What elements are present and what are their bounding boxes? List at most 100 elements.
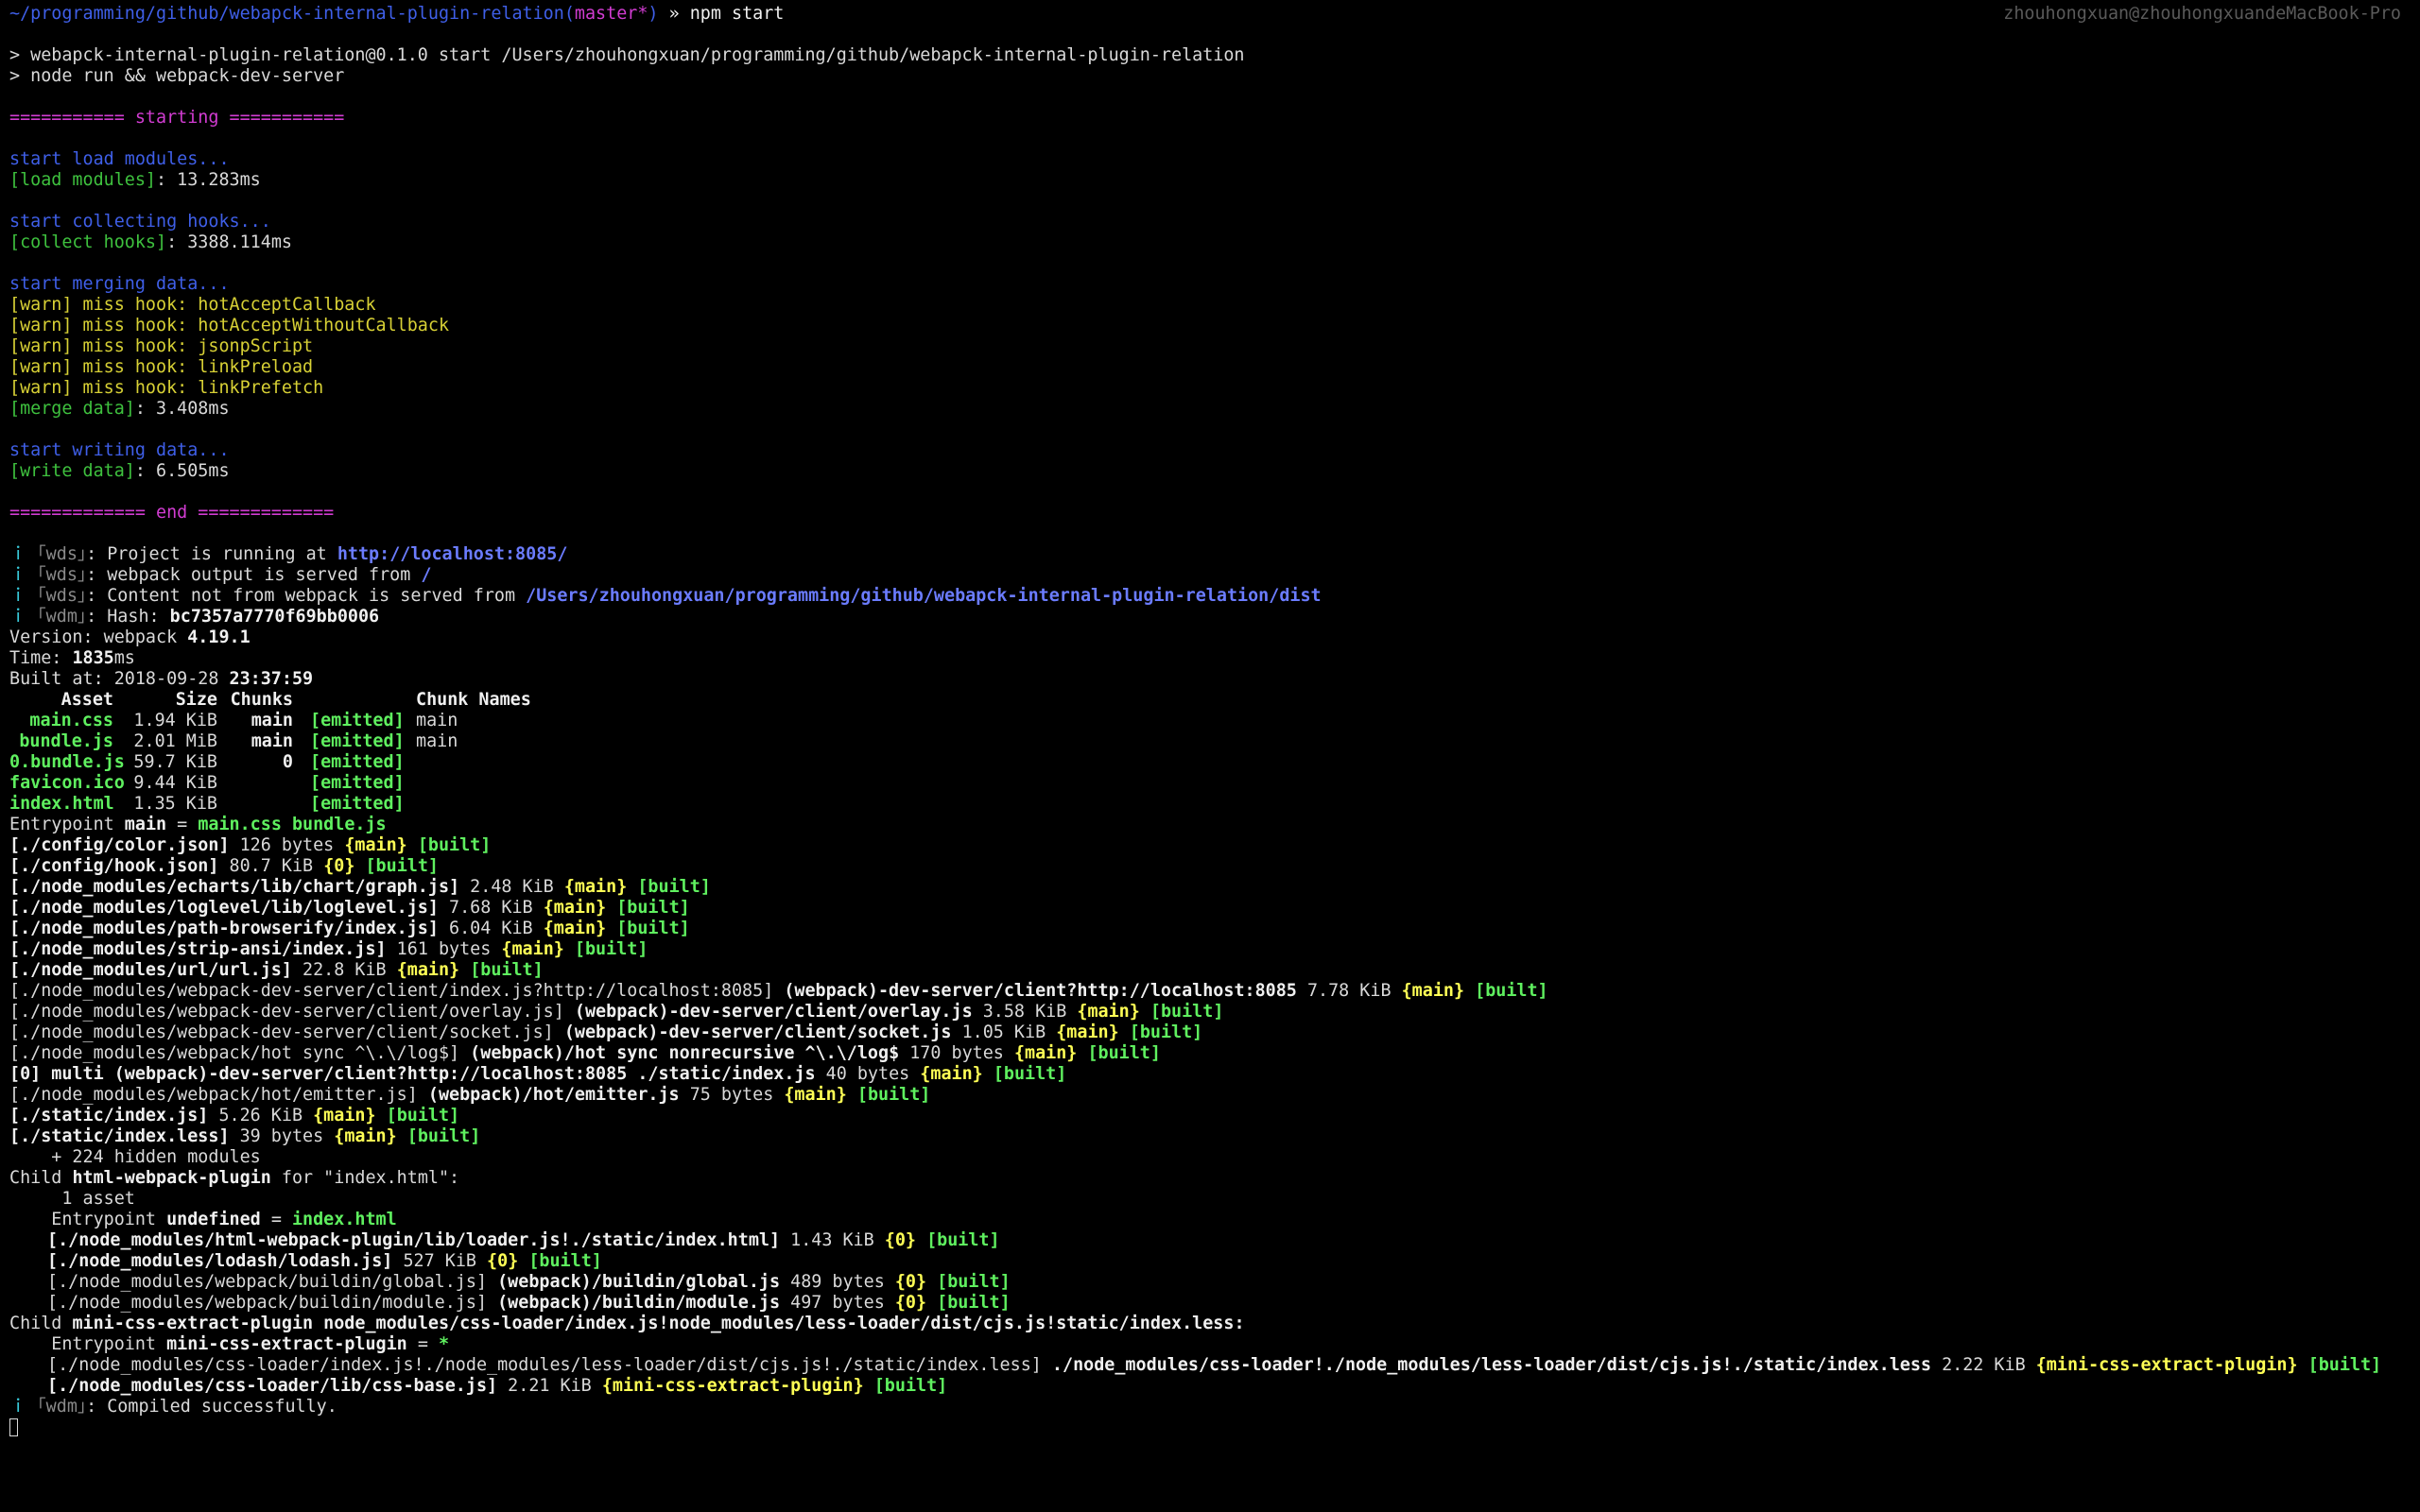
entrypoint-eq: =: [406, 1334, 439, 1354]
module-status: [built]: [916, 1230, 1000, 1250]
module-line: [./node_modules/loglevel/lib/loglevel.js…: [9, 898, 2411, 919]
module-status: [built]: [627, 877, 711, 897]
wds-project-line: ｉ ｢wds｣: Project is running at http://lo…: [9, 544, 2411, 565]
module-chunk: {main}: [1056, 1022, 1119, 1042]
asset-chunks: 0: [282, 752, 293, 772]
module-line: [./node_modules/webpack-dev-server/clien…: [9, 981, 2411, 1002]
compiled-text: : Compiled successfully.: [86, 1397, 337, 1417]
child-prefix: Child: [9, 1314, 73, 1333]
child-rest: for "index.html":: [270, 1168, 460, 1188]
time-unit: ms: [113, 648, 135, 668]
module-chunk: {0}: [884, 1230, 916, 1250]
module-alias: (webpack)/hot sync nonrecursive ^\.\/log…: [459, 1043, 900, 1063]
end-banner: ============= end =============: [9, 503, 335, 523]
entrypoint-name: mini-css-extract-plugin: [166, 1334, 407, 1354]
module-path: [./static/index.js]: [9, 1106, 209, 1125]
entrypoint-label: Entrypoint: [9, 815, 125, 834]
module-size: 80.7 KiB: [218, 856, 324, 876]
entrypoint-label: Entrypoint: [9, 1334, 167, 1354]
built-at-label: Built at: 2018-09-28: [9, 669, 230, 689]
asset-status: [emitted]: [310, 752, 405, 772]
module-status: [built]: [926, 1293, 1011, 1313]
module-size: 1.43 KiB: [780, 1230, 885, 1250]
module-path: [./node_modules/webpack/hot/emitter.js]: [9, 1085, 418, 1105]
warn-line: [warn] miss hook: jsonpScript: [9, 336, 314, 356]
asset-name: main.css: [29, 711, 113, 730]
module-chunk: {mini-css-extract-plugin}: [2035, 1355, 2298, 1375]
entrypoint-eq: =: [260, 1210, 292, 1229]
asset-row: 0.bundle.js 59.7 KiB 0 [emitted]: [9, 752, 2411, 773]
prompt-branch: master*: [574, 4, 648, 24]
write-data-result: [write data]: 6.505ms: [9, 461, 2411, 482]
module-line: [./static/index.less] 39 bytes {main} [b…: [9, 1126, 2411, 1147]
module-size: 527 KiB: [392, 1251, 488, 1271]
assets-table-header: Asset Size Chunks Chunk Names: [9, 690, 2411, 711]
module-size: 2.48 KiB: [459, 877, 564, 897]
module-size: 497 bytes: [780, 1293, 895, 1313]
module-line: [./node_modules/webpack/buildin/module.j…: [9, 1293, 2411, 1314]
asset-status: [emitted]: [310, 773, 405, 793]
hidden-modules-line: + 224 hidden modules: [9, 1147, 261, 1167]
module-path: [./node_modules/css-loader/index.js!./no…: [47, 1355, 1042, 1375]
output-path: /: [421, 565, 432, 585]
module-path: [./node_modules/webpack-dev-server/clien…: [9, 981, 774, 1001]
module-path: [./node_modules/webpack/buildin/global.j…: [47, 1272, 488, 1292]
module-size: 161 bytes: [386, 939, 502, 959]
info-icon: ｉ: [9, 586, 27, 606]
module-path: [./config/hook.json]: [9, 856, 219, 876]
module-alias: (webpack)-dev-server/client?http://local…: [103, 1064, 816, 1084]
module-path: [./node_modules/lodash/lodash.js]: [47, 1251, 393, 1271]
module-alias: (webpack)-dev-server/client?http://local…: [773, 981, 1297, 1001]
asset-name: favicon.ico: [9, 773, 125, 793]
module-chunk: {main}: [334, 1126, 397, 1146]
wds-text: : webpack output is served from: [86, 565, 422, 585]
cursor-line[interactable]: [9, 1418, 2411, 1438]
module-status: [built]: [926, 1272, 1011, 1292]
module-chunk: {main}: [543, 919, 607, 938]
wds-tag: ｢wds｣: [37, 586, 87, 606]
module-line: [./node_modules/webpack-dev-server/clien…: [9, 1022, 2411, 1043]
child-name: mini-css-extract-plugin node_modules/css…: [72, 1314, 1245, 1333]
merge-data-result: [merge data]: 3.408ms: [9, 399, 2411, 420]
module-status: [built]: [375, 1106, 460, 1125]
load-modules-start: start load modules...: [9, 149, 230, 169]
localhost-link[interactable]: http://localhost:8085/: [337, 544, 568, 564]
module-line: [./node_modules/path-browserify/index.js…: [9, 919, 2411, 939]
terminal-window[interactable]: zhouhongxuan@zhouhongxuandeMacBook-Pro ~…: [0, 0, 2420, 1512]
module-alias: (webpack)/hot/emitter.js: [417, 1085, 680, 1105]
collect-hooks-result: [collect hooks]: 3388.114ms: [9, 232, 2411, 253]
module-status: [built]: [606, 898, 690, 918]
entrypoint-eq: =: [166, 815, 199, 834]
asset-row: main.css 1.94 KiB main [emitted] main: [9, 711, 2411, 731]
module-path: [./node_modules/strip-ansi/index.js]: [9, 939, 387, 959]
asset-name: 0.bundle.js: [9, 752, 125, 772]
module-alias: (webpack)/buildin/module.js: [487, 1293, 781, 1313]
wds-output-line: ｉ ｢wds｣: webpack output is served from /: [9, 565, 2411, 586]
module-status: [built]: [982, 1064, 1067, 1084]
asset-size: 9.44 KiB: [133, 773, 217, 793]
module-chunk: {main}: [563, 877, 628, 897]
write-data-tag: [write data]: [9, 461, 135, 481]
info-icon: ｉ: [9, 1397, 27, 1417]
module-path: [./node_modules/webpack-dev-server/clien…: [9, 1002, 564, 1022]
module-status: [built]: [1118, 1022, 1203, 1042]
load-modules-time: : 13.283ms: [156, 170, 261, 190]
module-size: 1.05 KiB: [951, 1022, 1057, 1042]
wdm-tag: ｢wdm｣: [37, 607, 87, 627]
module-chunk: {main}: [1401, 981, 1465, 1001]
module-line: [./node_modules/strip-ansi/index.js] 161…: [9, 939, 2411, 960]
module-chunk: {main}: [920, 1064, 983, 1084]
module-chunk: {0}: [894, 1293, 927, 1313]
module-chunk: {main}: [1013, 1043, 1078, 1063]
terminal-cursor[interactable]: [9, 1418, 18, 1436]
warn-line: [warn] miss hook: hotAcceptWithoutCallba…: [9, 316, 450, 335]
module-size: 489 bytes: [780, 1272, 895, 1292]
load-modules-tag: [load modules]: [9, 170, 157, 190]
asset-row: bundle.js 2.01 MiB main [emitted] main: [9, 731, 2411, 752]
module-status: [built]: [354, 856, 439, 876]
module-size: 40 bytes: [815, 1064, 921, 1084]
asset-size: 59.7 KiB: [133, 752, 217, 772]
wdm-tag: ｢wdm｣: [37, 1397, 87, 1417]
content-path[interactable]: /Users/zhouhongxuan/programming/github/w…: [526, 586, 1321, 606]
entrypoint-files: *: [438, 1334, 450, 1354]
